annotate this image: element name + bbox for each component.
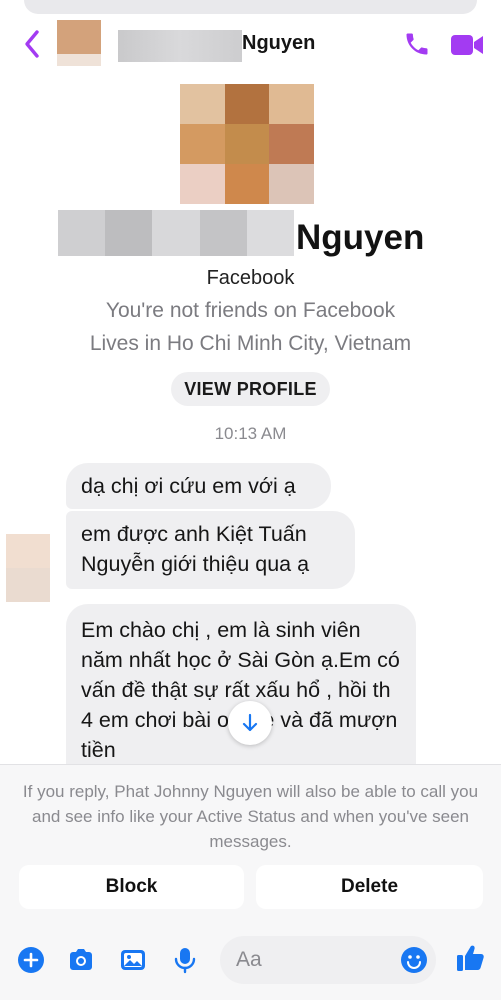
thumbs-up-icon[interactable] bbox=[455, 942, 487, 974]
profile-picture[interactable] bbox=[180, 84, 314, 204]
sheet-handle bbox=[24, 0, 477, 14]
sender-avatar[interactable] bbox=[6, 534, 50, 602]
message-timestamp: 10:13 AM bbox=[214, 424, 287, 443]
profile-name-redacted bbox=[58, 210, 295, 256]
phone-icon[interactable] bbox=[403, 30, 431, 58]
friend-status: You're not friends on Facebook bbox=[105, 299, 396, 322]
emoji-icon[interactable] bbox=[400, 946, 428, 974]
arrow-down-icon bbox=[242, 713, 258, 732]
scroll-to-bottom-button[interactable] bbox=[228, 701, 272, 745]
back-chevron-icon[interactable] bbox=[20, 28, 44, 60]
block-button[interactable]: Block bbox=[19, 865, 244, 909]
video-camera-icon[interactable] bbox=[450, 33, 484, 57]
image-icon[interactable] bbox=[119, 946, 147, 974]
message-bubble[interactable]: em được anh Kiệt Tuấn Nguyễn giới thiệu … bbox=[66, 511, 355, 589]
request-notice-text: If you reply, Phat Johnny Nguyen will al… bbox=[22, 782, 479, 851]
microphone-icon[interactable] bbox=[171, 946, 199, 974]
plus-circle-icon[interactable] bbox=[17, 946, 45, 974]
camera-icon[interactable] bbox=[67, 946, 95, 974]
profile-source: Facebook bbox=[206, 267, 295, 289]
view-profile-button[interactable]: VIEW PROFILE bbox=[171, 372, 330, 406]
profile-location: Lives in Ho Chi Minh City, Vietnam bbox=[89, 332, 412, 355]
profile-name: Nguyen bbox=[296, 218, 425, 257]
message-input[interactable] bbox=[236, 936, 386, 984]
message-input-container bbox=[220, 936, 436, 984]
composer-bar bbox=[0, 930, 501, 990]
delete-button[interactable]: Delete bbox=[256, 865, 483, 909]
header-avatar[interactable] bbox=[57, 20, 101, 66]
message-bubble[interactable]: Em chào chị , em là sinh viên năm nhất h… bbox=[66, 604, 416, 774]
header-name[interactable]: Nguyen bbox=[242, 32, 315, 55]
header-name-redacted bbox=[118, 30, 242, 62]
chat-header: Nguyen bbox=[0, 18, 501, 74]
message-bubble[interactable]: dạ chị ơi cứu em với ạ bbox=[66, 463, 331, 509]
